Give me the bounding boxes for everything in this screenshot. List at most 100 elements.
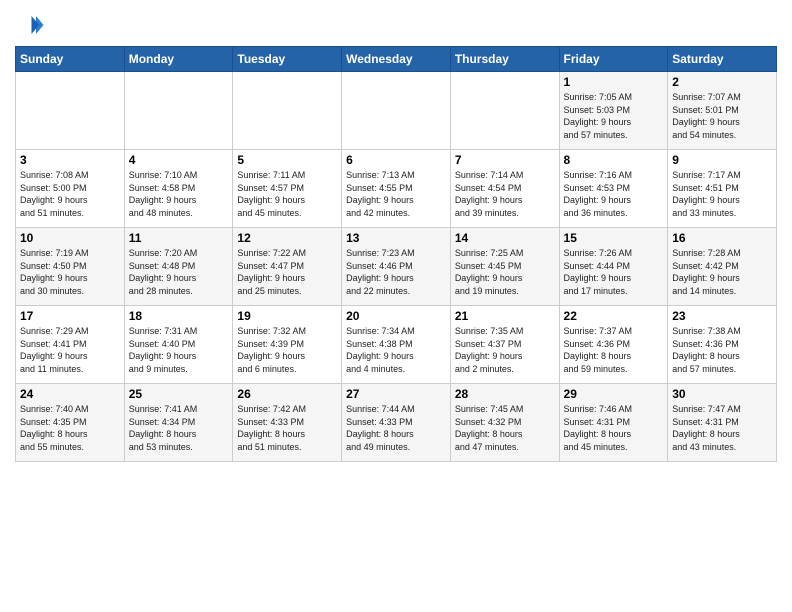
- day-info: Sunrise: 7:11 AM Sunset: 4:57 PM Dayligh…: [237, 169, 337, 219]
- day-number: 26: [237, 387, 337, 401]
- day-info: Sunrise: 7:25 AM Sunset: 4:45 PM Dayligh…: [455, 247, 555, 297]
- day-info: Sunrise: 7:14 AM Sunset: 4:54 PM Dayligh…: [455, 169, 555, 219]
- day-number: 19: [237, 309, 337, 323]
- calendar-cell: 15 Sunrise: 7:26 AM Sunset: 4:44 PM Dayli…: [559, 228, 668, 306]
- calendar-cell: 8 Sunrise: 7:16 AM Sunset: 4:53 PM Daylig…: [559, 150, 668, 228]
- calendar-cell: 2 Sunrise: 7:07 AM Sunset: 5:01 PM Daylig…: [668, 72, 777, 150]
- day-info: Sunrise: 7:20 AM Sunset: 4:48 PM Dayligh…: [129, 247, 229, 297]
- calendar-cell: 20 Sunrise: 7:34 AM Sunset: 4:38 PM Dayli…: [342, 306, 451, 384]
- day-info: Sunrise: 7:08 AM Sunset: 5:00 PM Dayligh…: [20, 169, 120, 219]
- day-number: 22: [564, 309, 664, 323]
- day-info: Sunrise: 7:38 AM Sunset: 4:36 PM Dayligh…: [672, 325, 772, 375]
- day-number: 7: [455, 153, 555, 167]
- weekday-header-friday: Friday: [559, 47, 668, 72]
- calendar-cell: 27 Sunrise: 7:44 AM Sunset: 4:33 PM Dayli…: [342, 384, 451, 462]
- calendar-cell: 16 Sunrise: 7:28 AM Sunset: 4:42 PM Dayli…: [668, 228, 777, 306]
- calendar-cell: [16, 72, 125, 150]
- day-info: Sunrise: 7:29 AM Sunset: 4:41 PM Dayligh…: [20, 325, 120, 375]
- day-info: Sunrise: 7:34 AM Sunset: 4:38 PM Dayligh…: [346, 325, 446, 375]
- calendar-table: SundayMondayTuesdayWednesdayThursdayFrid…: [15, 46, 777, 462]
- day-number: 14: [455, 231, 555, 245]
- day-info: Sunrise: 7:19 AM Sunset: 4:50 PM Dayligh…: [20, 247, 120, 297]
- calendar-cell: 14 Sunrise: 7:25 AM Sunset: 4:45 PM Dayli…: [450, 228, 559, 306]
- day-number: 23: [672, 309, 772, 323]
- calendar-cell: 23 Sunrise: 7:38 AM Sunset: 4:36 PM Dayli…: [668, 306, 777, 384]
- day-info: Sunrise: 7:37 AM Sunset: 4:36 PM Dayligh…: [564, 325, 664, 375]
- day-number: 28: [455, 387, 555, 401]
- day-number: 25: [129, 387, 229, 401]
- day-info: Sunrise: 7:13 AM Sunset: 4:55 PM Dayligh…: [346, 169, 446, 219]
- week-row-4: 17 Sunrise: 7:29 AM Sunset: 4:41 PM Dayli…: [16, 306, 777, 384]
- day-number: 2: [672, 75, 772, 89]
- day-info: Sunrise: 7:47 AM Sunset: 4:31 PM Dayligh…: [672, 403, 772, 453]
- week-row-2: 3 Sunrise: 7:08 AM Sunset: 5:00 PM Daylig…: [16, 150, 777, 228]
- calendar-cell: 17 Sunrise: 7:29 AM Sunset: 4:41 PM Dayli…: [16, 306, 125, 384]
- day-info: Sunrise: 7:32 AM Sunset: 4:39 PM Dayligh…: [237, 325, 337, 375]
- calendar-cell: 28 Sunrise: 7:45 AM Sunset: 4:32 PM Dayli…: [450, 384, 559, 462]
- day-number: 6: [346, 153, 446, 167]
- calendar-cell: 24 Sunrise: 7:40 AM Sunset: 4:35 PM Dayli…: [16, 384, 125, 462]
- day-info: Sunrise: 7:26 AM Sunset: 4:44 PM Dayligh…: [564, 247, 664, 297]
- day-info: Sunrise: 7:05 AM Sunset: 5:03 PM Dayligh…: [564, 91, 664, 141]
- calendar-cell: 18 Sunrise: 7:31 AM Sunset: 4:40 PM Dayli…: [124, 306, 233, 384]
- calendar-cell: 6 Sunrise: 7:13 AM Sunset: 4:55 PM Daylig…: [342, 150, 451, 228]
- calendar-cell: 13 Sunrise: 7:23 AM Sunset: 4:46 PM Dayli…: [342, 228, 451, 306]
- calendar-cell: [342, 72, 451, 150]
- day-info: Sunrise: 7:22 AM Sunset: 4:47 PM Dayligh…: [237, 247, 337, 297]
- calendar-cell: 12 Sunrise: 7:22 AM Sunset: 4:47 PM Dayli…: [233, 228, 342, 306]
- day-number: 5: [237, 153, 337, 167]
- day-info: Sunrise: 7:44 AM Sunset: 4:33 PM Dayligh…: [346, 403, 446, 453]
- day-number: 21: [455, 309, 555, 323]
- day-info: Sunrise: 7:16 AM Sunset: 4:53 PM Dayligh…: [564, 169, 664, 219]
- day-info: Sunrise: 7:46 AM Sunset: 4:31 PM Dayligh…: [564, 403, 664, 453]
- calendar-cell: 22 Sunrise: 7:37 AM Sunset: 4:36 PM Dayli…: [559, 306, 668, 384]
- day-number: 29: [564, 387, 664, 401]
- day-info: Sunrise: 7:42 AM Sunset: 4:33 PM Dayligh…: [237, 403, 337, 453]
- page-container: SundayMondayTuesdayWednesdayThursdayFrid…: [0, 0, 792, 472]
- day-number: 16: [672, 231, 772, 245]
- day-info: Sunrise: 7:31 AM Sunset: 4:40 PM Dayligh…: [129, 325, 229, 375]
- day-number: 4: [129, 153, 229, 167]
- day-info: Sunrise: 7:45 AM Sunset: 4:32 PM Dayligh…: [455, 403, 555, 453]
- header: [15, 10, 777, 40]
- day-number: 8: [564, 153, 664, 167]
- day-number: 3: [20, 153, 120, 167]
- day-number: 17: [20, 309, 120, 323]
- weekday-header-wednesday: Wednesday: [342, 47, 451, 72]
- day-number: 1: [564, 75, 664, 89]
- day-number: 20: [346, 309, 446, 323]
- day-info: Sunrise: 7:35 AM Sunset: 4:37 PM Dayligh…: [455, 325, 555, 375]
- calendar-cell: 26 Sunrise: 7:42 AM Sunset: 4:33 PM Dayli…: [233, 384, 342, 462]
- day-number: 12: [237, 231, 337, 245]
- calendar-cell: 19 Sunrise: 7:32 AM Sunset: 4:39 PM Dayli…: [233, 306, 342, 384]
- calendar-cell: 3 Sunrise: 7:08 AM Sunset: 5:00 PM Daylig…: [16, 150, 125, 228]
- day-info: Sunrise: 7:07 AM Sunset: 5:01 PM Dayligh…: [672, 91, 772, 141]
- day-info: Sunrise: 7:17 AM Sunset: 4:51 PM Dayligh…: [672, 169, 772, 219]
- day-info: Sunrise: 7:40 AM Sunset: 4:35 PM Dayligh…: [20, 403, 120, 453]
- calendar-cell: 10Sunrise: 7:19 AM Sunset: 4:50 PM Dayli…: [16, 228, 125, 306]
- day-number: 18: [129, 309, 229, 323]
- day-info: Sunrise: 7:28 AM Sunset: 4:42 PM Dayligh…: [672, 247, 772, 297]
- weekday-header-monday: Monday: [124, 47, 233, 72]
- calendar-cell: 7 Sunrise: 7:14 AM Sunset: 4:54 PM Daylig…: [450, 150, 559, 228]
- day-number: 9: [672, 153, 772, 167]
- logo-icon: [15, 10, 45, 40]
- day-info: Sunrise: 7:23 AM Sunset: 4:46 PM Dayligh…: [346, 247, 446, 297]
- day-number: 13: [346, 231, 446, 245]
- calendar-cell: [450, 72, 559, 150]
- day-number: 27: [346, 387, 446, 401]
- weekday-header-tuesday: Tuesday: [233, 47, 342, 72]
- calendar-cell: [233, 72, 342, 150]
- calendar-cell: 9 Sunrise: 7:17 AM Sunset: 4:51 PM Daylig…: [668, 150, 777, 228]
- calendar-cell: 29 Sunrise: 7:46 AM Sunset: 4:31 PM Dayli…: [559, 384, 668, 462]
- day-number: 30: [672, 387, 772, 401]
- day-number: 15: [564, 231, 664, 245]
- day-info: Sunrise: 7:10 AM Sunset: 4:58 PM Dayligh…: [129, 169, 229, 219]
- week-row-1: 1 Sunrise: 7:05 AM Sunset: 5:03 PM Daylig…: [16, 72, 777, 150]
- calendar-cell: 4 Sunrise: 7:10 AM Sunset: 4:58 PM Daylig…: [124, 150, 233, 228]
- day-number: 24: [20, 387, 120, 401]
- day-number: 11: [129, 231, 229, 245]
- week-row-5: 24 Sunrise: 7:40 AM Sunset: 4:35 PM Dayli…: [16, 384, 777, 462]
- calendar-cell: 25Sunrise: 7:41 AM Sunset: 4:34 PM Dayli…: [124, 384, 233, 462]
- calendar-cell: 21 Sunrise: 7:35 AM Sunset: 4:37 PM Dayli…: [450, 306, 559, 384]
